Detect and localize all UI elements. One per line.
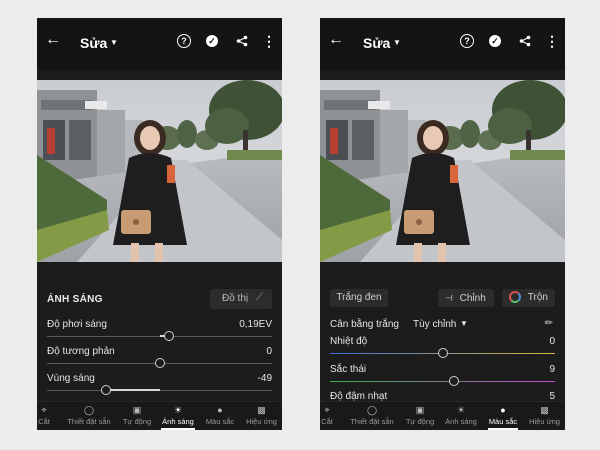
adjust-button[interactable]: ⊣ Chỉnh: [438, 289, 494, 307]
back-icon[interactable]: ←: [45, 31, 61, 49]
more-vertical-icon[interactable]: ⋮: [261, 33, 277, 49]
effects-icon: ▩: [257, 405, 266, 415]
auto-icon: ▣: [415, 405, 425, 415]
section-title: ÁNH SÁNG: [47, 294, 103, 305]
effects-icon: ▩: [540, 405, 549, 415]
slider-thumb[interactable]: [154, 358, 165, 368]
nav-light[interactable]: ☀ Ánh sáng: [157, 405, 199, 430]
wb-label: Cân bằng trắng: [330, 319, 399, 330]
light-panel: ÁNH SÁNG Đồ thị ⟋ Độ phơi sáng 0,19EV Độ…: [37, 283, 282, 403]
presets-icon: ◯: [366, 405, 378, 415]
more-vertical-icon[interactable]: ⋮: [544, 33, 560, 49]
slider-value: 0,19EV: [239, 319, 272, 330]
slider-value: 0: [266, 346, 272, 357]
back-icon[interactable]: ←: [328, 31, 344, 49]
nav-color[interactable]: ● Màu sắc: [484, 405, 522, 430]
chevron-down-icon[interactable]: ▼: [110, 38, 118, 47]
nav-presets[interactable]: ◯ Thiết đặt sẵn: [344, 405, 400, 426]
slider-thumb[interactable]: [100, 385, 111, 395]
crop-icon: ⌖: [324, 405, 330, 415]
color-icon: ●: [500, 405, 506, 415]
slider-label: Nhiệt độ: [330, 336, 368, 347]
eyedropper-icon[interactable]: ✏: [545, 318, 553, 329]
slider-label: Độ tương phản: [47, 346, 115, 357]
curve-button[interactable]: Đồ thị ⟋: [210, 289, 272, 309]
mix-button[interactable]: Trộn: [502, 289, 555, 307]
left-screen: ← Sửa ▼ ? ✓ ⋮ ÁNH SÁNG Đồ thị ⟋ Độ phơi …: [37, 18, 282, 430]
photo-preview[interactable]: [320, 80, 565, 262]
nav-color[interactable]: ● Màu sắc: [201, 405, 239, 426]
section-header: ÁNH SÁNG Đồ thị ⟋: [37, 288, 282, 312]
nav-light[interactable]: ☀ Ánh sáng: [440, 405, 482, 426]
nav-presets[interactable]: ◯ Thiết đặt sẵn: [61, 405, 117, 426]
slider-fill: [105, 389, 160, 391]
slider-label: Sắc thái: [330, 364, 367, 375]
chevron-down-icon[interactable]: ▼: [393, 38, 401, 47]
edit-title[interactable]: Sửa: [80, 35, 107, 51]
bottom-nav: ⌖ Cắt ◯ Thiết đặt sẵn ▣ Tự động ☀ Ánh sáng ●…: [37, 401, 282, 430]
photo-preview[interactable]: [37, 80, 282, 262]
white-balance-row: Cân bằng trắng Tùy chỉnh ▼ ✏: [330, 318, 555, 333]
help-icon[interactable]: ?: [459, 33, 475, 49]
chevron-down-icon[interactable]: ▼: [460, 319, 468, 328]
slider-thumb[interactable]: [448, 376, 459, 386]
slider-value: 9: [549, 364, 555, 375]
color-icon: ●: [217, 405, 223, 415]
slider-track[interactable]: [330, 381, 555, 382]
temperature-slider[interactable]: Nhiệt độ 0: [330, 336, 555, 366]
mix-icon: [509, 291, 521, 304]
nav-crop[interactable]: ⌖ Cắt: [37, 405, 51, 426]
right-screen: ← Sửa ▼ ? ✓ ⋮ Trắng đen ⊣ Chỉnh Trộn Cân…: [320, 18, 565, 430]
top-bar: ← Sửa ▼ ? ✓ ⋮: [320, 18, 565, 70]
nav-effects[interactable]: ▩ Hiệu ứng: [524, 405, 565, 426]
nav-effects[interactable]: ▩ Hiệu ứng: [241, 405, 282, 426]
edit-title[interactable]: Sửa: [363, 35, 390, 51]
slider-thumb[interactable]: [437, 348, 448, 358]
top-bar: ← Sửa ▼ ? ✓ ⋮: [37, 18, 282, 70]
presets-icon: ◯: [83, 405, 95, 415]
crop-icon: ⌖: [41, 405, 47, 415]
slider-label: Vùng sáng: [47, 373, 95, 384]
light-icon: ☀: [173, 405, 183, 415]
check-circle-icon[interactable]: ✓: [204, 33, 220, 49]
share-icon[interactable]: [234, 33, 250, 49]
nav-auto[interactable]: ▣ Tự động: [119, 405, 155, 426]
nav-auto[interactable]: ▣ Tự động: [402, 405, 438, 426]
slider-label: Độ phơi sáng: [47, 319, 107, 330]
share-icon[interactable]: [517, 33, 533, 49]
auto-icon: ▣: [132, 405, 142, 415]
adjust-icon: ⊣: [445, 293, 453, 303]
help-icon[interactable]: ?: [176, 33, 192, 49]
slider-thumb[interactable]: [163, 331, 174, 341]
nav-crop[interactable]: ⌖ Cắt: [320, 405, 334, 426]
light-icon: ☀: [456, 405, 466, 415]
check-circle-icon[interactable]: ✓: [487, 33, 503, 49]
curve-icon: ⟋: [256, 292, 263, 303]
slider-track[interactable]: [47, 390, 272, 391]
bw-button[interactable]: Trắng đen: [330, 289, 388, 307]
color-tabs: Trắng đen ⊣ Chỉnh Trộn: [320, 289, 565, 309]
curve-label: Đồ thị: [222, 293, 249, 304]
tint-slider[interactable]: Sắc thái 9: [330, 364, 555, 394]
color-panel: Trắng đen ⊣ Chỉnh Trộn Cân bằng trắng Tù…: [320, 283, 565, 403]
slider-value: -49: [257, 373, 272, 384]
slider-value: 0: [549, 336, 555, 347]
wb-select[interactable]: Tùy chỉnh: [413, 319, 456, 330]
bottom-nav: ⌖ Cắt ◯ Thiết đặt sẵn ▣ Tự động ☀ Ánh sáng ●…: [320, 401, 565, 430]
